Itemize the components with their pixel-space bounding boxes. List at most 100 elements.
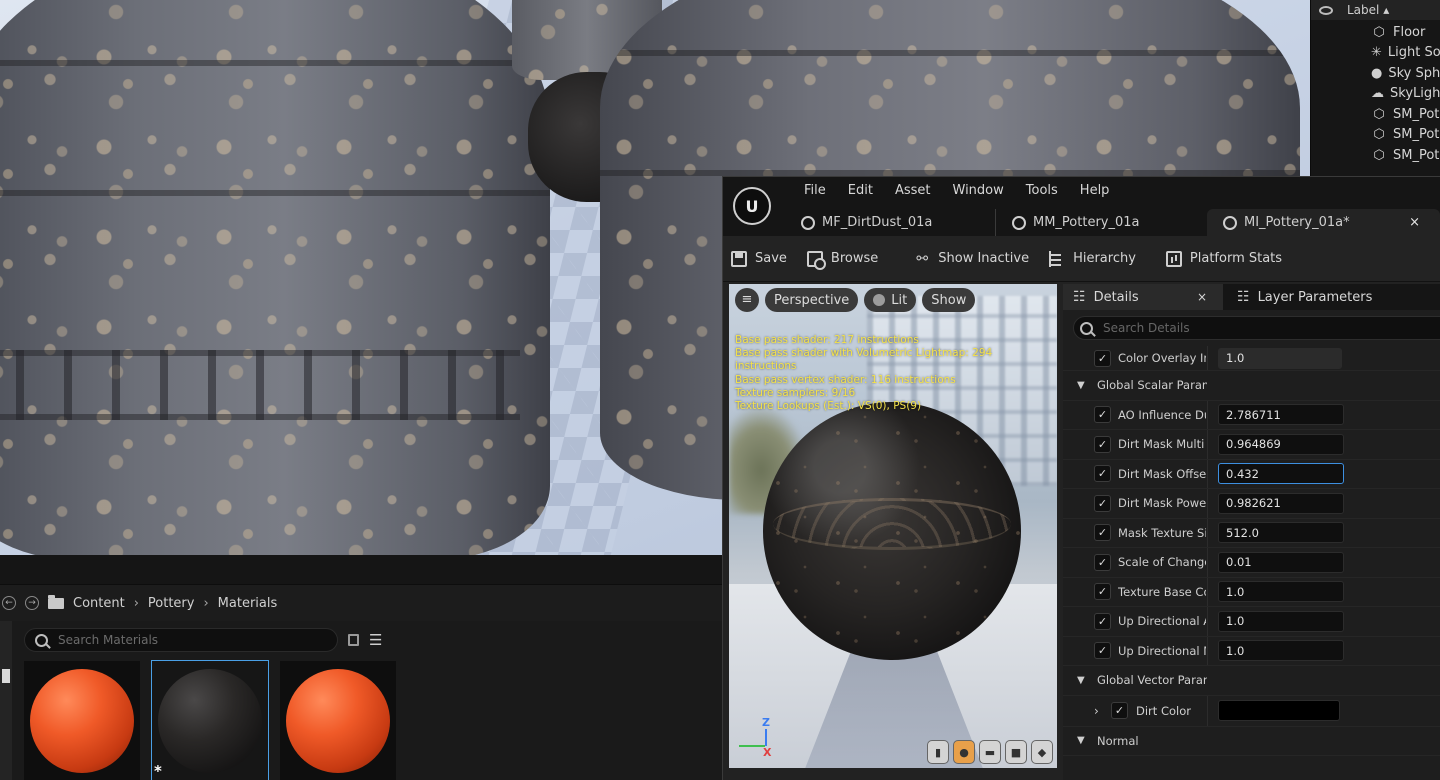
show-inactive-button[interactable]: ⚯ Show Inactive	[914, 251, 1029, 267]
override-checkbox[interactable]: ✓	[1094, 524, 1111, 542]
search-materials-field[interactable]	[24, 628, 338, 652]
plane-icon[interactable]: ▬	[979, 740, 1001, 764]
asset-thumbnail-selected[interactable]: *	[151, 660, 269, 780]
menu-edit[interactable]: Edit	[837, 183, 884, 198]
lit-button[interactable]: Lit	[864, 288, 917, 312]
override-checkbox[interactable]: ✓	[1094, 465, 1111, 483]
outliner-item-sm-pot[interactable]: ⬡ SM_Pot	[1311, 145, 1440, 166]
light-icon: ✳	[1371, 45, 1382, 61]
override-checkbox[interactable]: ✓	[1094, 553, 1111, 571]
outliner-item-sky-sphere[interactable]: ● Sky Sph	[1311, 63, 1440, 84]
tab-details[interactable]: ☷ Details ×	[1063, 284, 1223, 310]
outliner-item-skylight[interactable]: ☁ SkyLigh	[1311, 84, 1440, 105]
param-row: ✓ Up Directional Ad	[1063, 607, 1440, 637]
override-checkbox[interactable]: ✓	[1094, 642, 1111, 660]
param-value-field[interactable]	[1218, 347, 1342, 369]
menu-window[interactable]: Window	[942, 183, 1015, 198]
section-global-scalar[interactable]: ▼ Global Scalar Parame	[1063, 371, 1440, 401]
menu-file[interactable]: File	[793, 183, 837, 198]
tab-mf-dirtdust[interactable]: MF_DirtDust_01a	[785, 209, 995, 236]
param-value-field[interactable]	[1218, 433, 1344, 455]
tab-mm-pottery[interactable]: MM_Pottery_01a	[995, 209, 1207, 236]
back-icon[interactable]: ←	[2, 596, 16, 610]
outliner-item-sm-pot[interactable]: ⬡ SM_Pot	[1311, 104, 1440, 125]
show-button[interactable]: Show	[922, 288, 976, 312]
outliner-item-label: Sky Sph	[1388, 65, 1440, 81]
close-icon[interactable]: ×	[1197, 290, 1207, 304]
tab-layer-parameters[interactable]: ☷ Layer Parameters	[1223, 284, 1372, 310]
section-normal[interactable]: ▼ Normal	[1063, 727, 1440, 756]
breadcrumb-content[interactable]: Content	[73, 596, 125, 611]
teapot-icon[interactable]: ◆	[1031, 740, 1053, 764]
section-label: Normal	[1097, 733, 1139, 748]
override-checkbox[interactable]: ✓	[1094, 435, 1111, 453]
save-button[interactable]: Save	[731, 250, 787, 267]
cylinder-icon[interactable]: ▮	[927, 740, 949, 764]
tab-details-label: Details	[1093, 289, 1139, 305]
search-details-field[interactable]	[1073, 316, 1440, 340]
sources-panel-strip[interactable]	[0, 621, 12, 780]
param-value-field[interactable]	[1218, 581, 1344, 603]
axis-gizmo: Z X	[735, 716, 771, 759]
asset-thumbnail[interactable]	[24, 661, 140, 780]
outliner-item-sm-pot[interactable]: ⬡ SM_Pot	[1311, 125, 1440, 146]
param-row: ✓ Texture Base Co	[1063, 577, 1440, 607]
param-name: Dirt Color	[1136, 703, 1191, 718]
sphere-icon: ●	[1371, 65, 1383, 81]
param-value-field[interactable]	[1218, 640, 1344, 662]
material-preview-viewport[interactable]: ≡ Perspective Lit Show Base pass shader:…	[729, 284, 1057, 768]
override-checkbox[interactable]: ✓	[1111, 702, 1128, 719]
tab-mi-pottery-active[interactable]: MI_Pottery_01a* ×	[1207, 209, 1440, 236]
hierarchy-button[interactable]: Hierarchy	[1049, 250, 1136, 267]
filter-icon[interactable]: ☰	[369, 631, 382, 649]
folder-icon[interactable]	[48, 594, 64, 609]
chevron-down-icon: ▼	[1077, 674, 1085, 686]
param-value-field[interactable]	[1218, 522, 1344, 544]
search-details-input[interactable]	[1103, 321, 1403, 335]
sphere-primitive-icon[interactable]: ●	[953, 740, 975, 764]
preview-primitive-bar: ▮ ● ▬ ■ ◆	[927, 740, 1053, 764]
perspective-button[interactable]: Perspective	[765, 288, 859, 312]
save-label: Save	[755, 251, 787, 266]
outliner-label-column[interactable]: Label ▴	[1347, 3, 1389, 17]
param-name: Dirt Mask Offset	[1118, 466, 1206, 481]
search-materials-input[interactable]	[58, 633, 318, 647]
override-checkbox[interactable]: ✓	[1094, 406, 1111, 424]
breadcrumb-materials[interactable]: Materials	[218, 596, 278, 611]
cube-icon[interactable]: ■	[1005, 740, 1027, 764]
param-value-field[interactable]	[1218, 551, 1344, 573]
tab-label: MF_DirtDust_01a	[822, 215, 933, 230]
section-global-vector[interactable]: ▼ Global Vector Parame	[1063, 666, 1440, 696]
param-row: ✓ Dirt Mask Power	[1063, 489, 1440, 519]
param-name: AO Influence Dus	[1118, 407, 1206, 422]
override-checkbox[interactable]: ✓	[1094, 494, 1111, 512]
color-swatch[interactable]	[1218, 700, 1340, 721]
param-value-field-focused[interactable]	[1218, 463, 1344, 485]
menu-tools[interactable]: Tools	[1015, 183, 1069, 198]
override-checkbox[interactable]: ✓	[1094, 612, 1111, 630]
save-search-icon[interactable]	[348, 634, 359, 646]
chevron-right-icon[interactable]: ›	[1094, 704, 1099, 718]
outliner-item-light-source[interactable]: ✳ Light So	[1311, 43, 1440, 64]
param-value-field[interactable]	[1218, 610, 1344, 632]
menu-help[interactable]: Help	[1069, 183, 1121, 198]
asset-thumbnail[interactable]	[280, 661, 396, 780]
shader-stat-line: Base pass vertex shader: 116 instruction…	[735, 373, 956, 386]
outliner-item-floor[interactable]: ⬡ Floor	[1311, 22, 1440, 43]
breadcrumb-pottery[interactable]: Pottery	[148, 596, 195, 611]
chevron-right-icon: ›	[133, 595, 139, 611]
menu-asset[interactable]: Asset	[884, 183, 942, 198]
override-checkbox[interactable]: ✓	[1094, 349, 1111, 367]
hamburger-menu-icon[interactable]: ≡	[735, 288, 759, 312]
browse-button[interactable]: Browse	[806, 250, 878, 270]
platform-stats-button[interactable]: Platform Stats	[1165, 250, 1282, 267]
close-icon[interactable]: ×	[1409, 215, 1420, 230]
hierarchy-label: Hierarchy	[1073, 251, 1136, 266]
param-row: ✓ AO Influence Dus	[1063, 400, 1440, 430]
visibility-eye-icon[interactable]	[1319, 5, 1333, 15]
override-checkbox[interactable]: ✓	[1094, 583, 1111, 601]
param-value-field[interactable]	[1218, 492, 1344, 514]
param-value-field[interactable]	[1218, 404, 1344, 426]
axis-x-label: X	[763, 746, 772, 759]
forward-icon[interactable]: →	[25, 596, 39, 610]
